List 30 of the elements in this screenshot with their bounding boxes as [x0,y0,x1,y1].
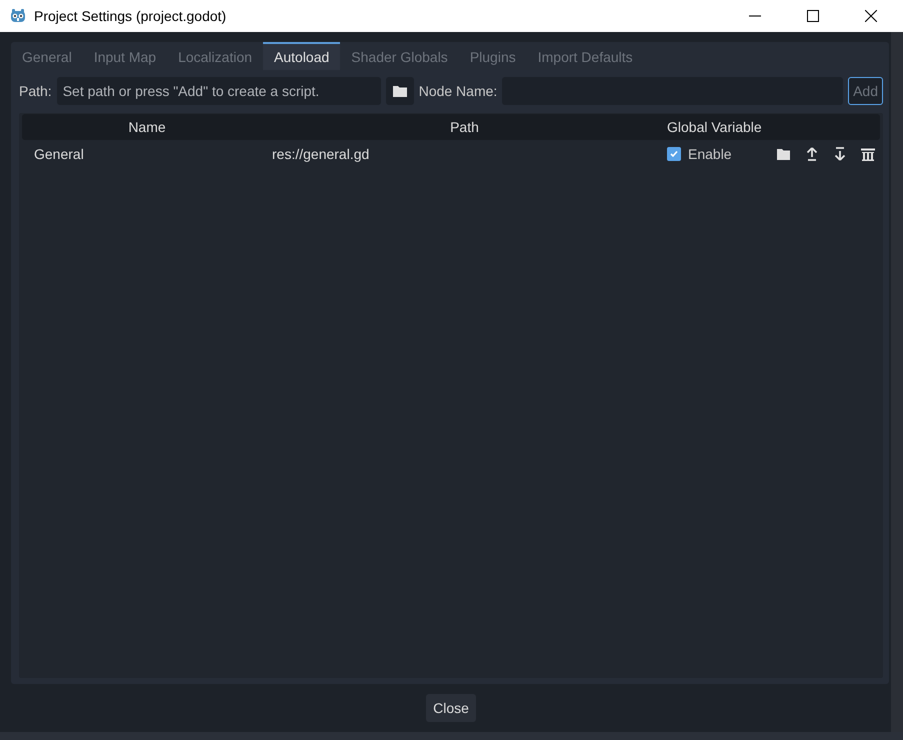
enable-label: Enable [688,146,732,162]
column-header: Path [449,119,480,135]
maximize-icon[interactable] [807,10,819,22]
tab[interactable]: Localization [167,42,264,70]
add-button[interactable]: Add [848,77,883,105]
tab[interactable]: Shader Globals [340,42,459,70]
column-header: Global Variable [666,119,763,135]
checkbox[interactable] [667,147,681,161]
path-field[interactable]: Set path or press "Add" to create a script. [56,77,381,105]
trash-icon[interactable] [861,147,875,161]
tab[interactable]: Input Map [82,42,168,70]
node-name-label: Node Name: [418,83,498,99]
close-button[interactable]: Close [426,694,476,722]
tab[interactable]: Plugins [458,42,527,70]
tab[interactable]: General [11,42,83,70]
table-cell-text: General [33,146,85,162]
table-cell-text: res://general.gd [272,146,370,162]
move-down-icon[interactable] [833,147,847,161]
tab[interactable]: Autoload [263,42,340,70]
move-up-icon[interactable] [805,147,819,161]
close-icon[interactable] [865,10,877,22]
folder-icon[interactable] [777,147,791,161]
folder-icon [392,85,407,97]
window-title: Project Settings (project.godot) [34,8,226,24]
robot-logo-icon [9,8,27,24]
tab[interactable]: Import Defaults [526,42,644,70]
browse-button[interactable] [386,77,414,105]
path-label: Path: [19,83,52,99]
check-icon [669,149,679,159]
column-header: Name [127,119,167,135]
